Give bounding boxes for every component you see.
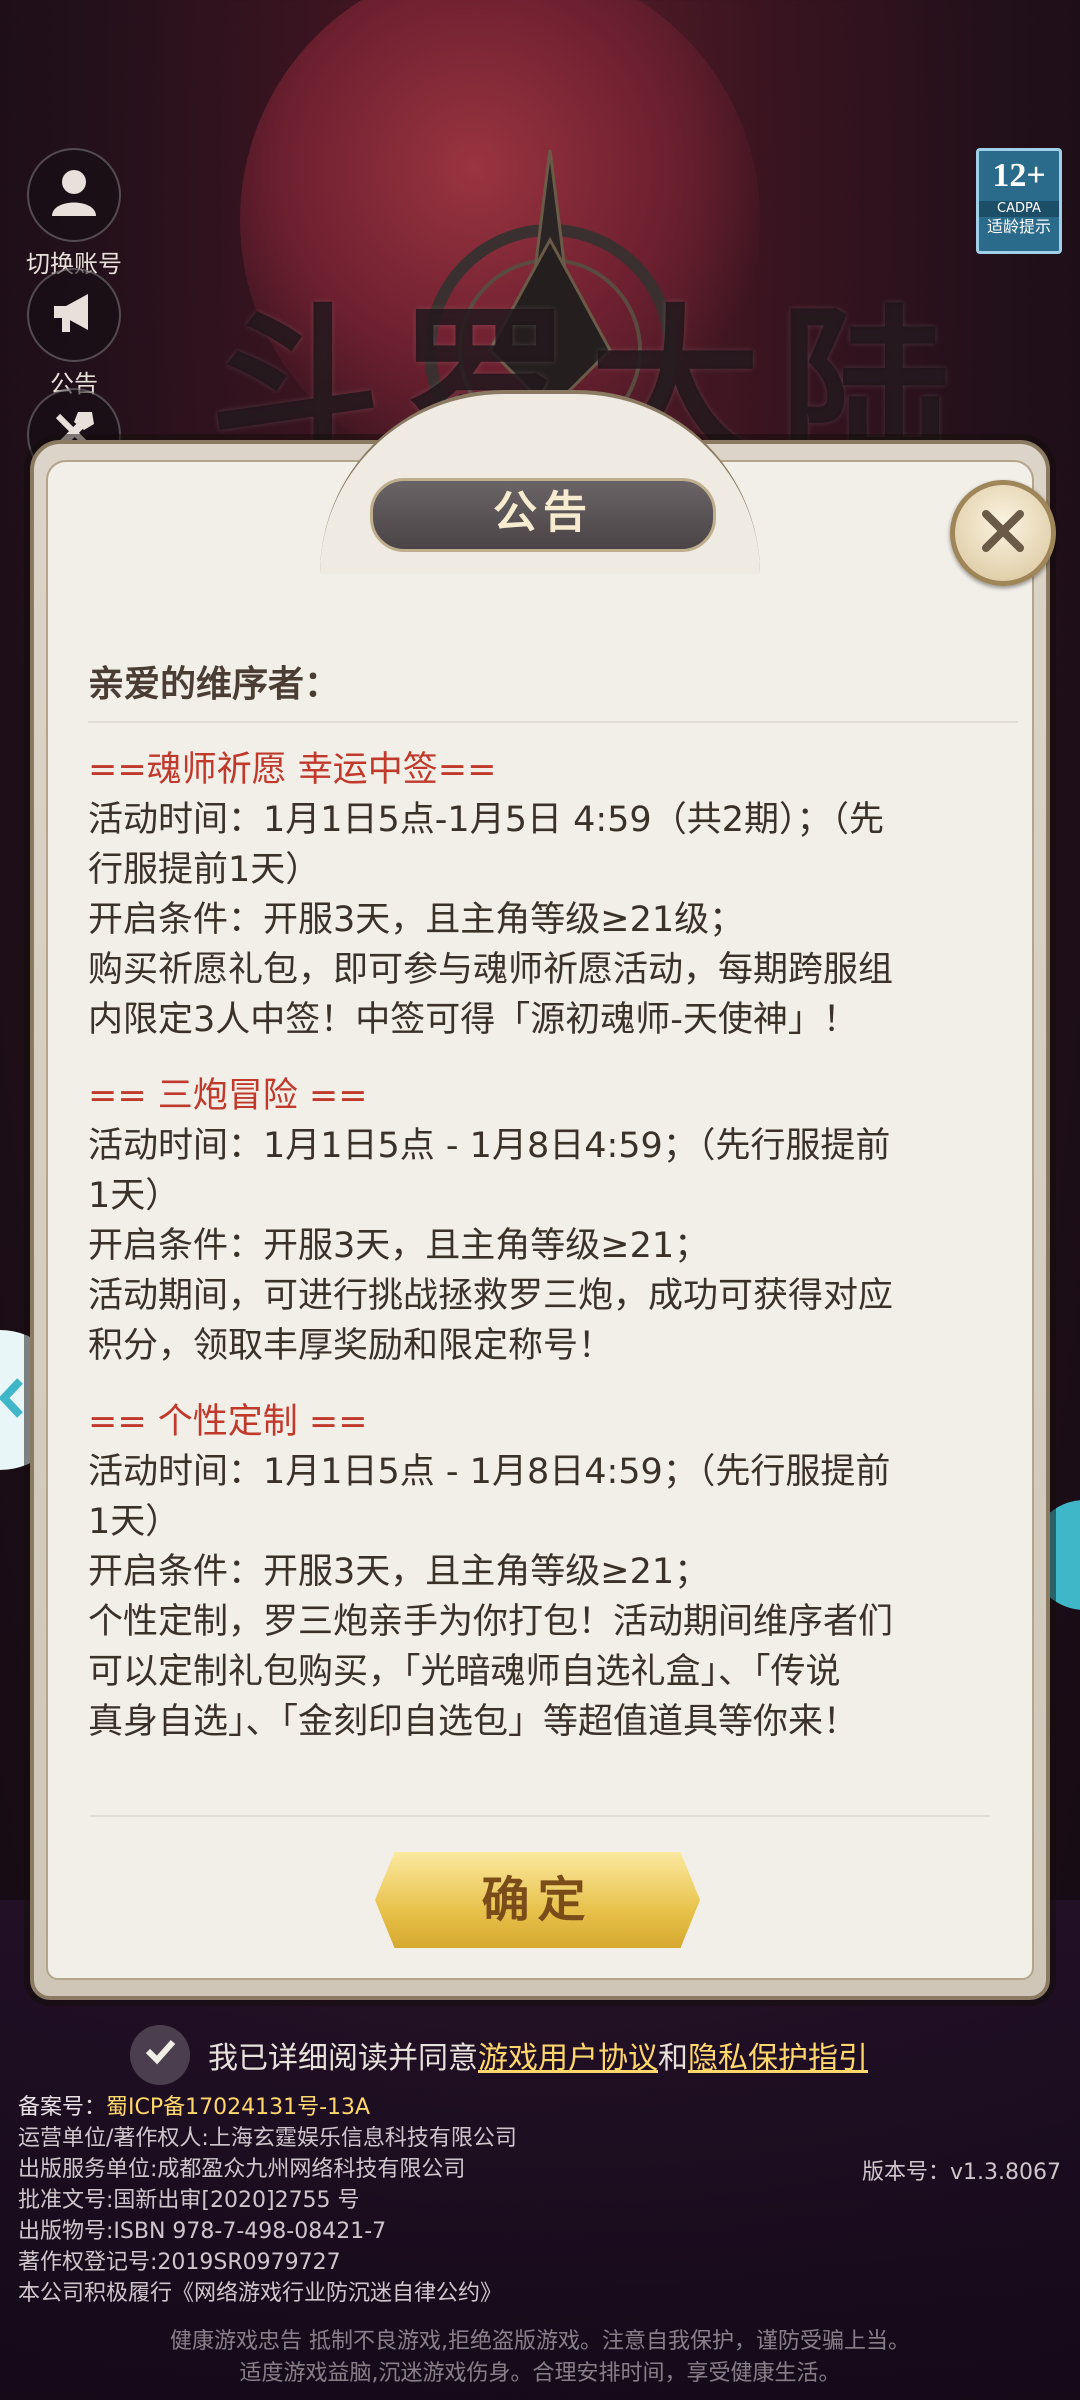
section-title: == 个性定制 == xyxy=(88,1402,368,1442)
section-wish: ==魂师祈愿 幸运中签== 活动时间：1月1日5点-1月5日 4:59（共2期）… xyxy=(88,745,1018,1045)
version-label: 版本号：v1.3.8067 xyxy=(862,2160,1061,2185)
megaphone-icon xyxy=(44,282,104,348)
age-rating: 12+ xyxy=(992,157,1046,194)
section-line: 行服提前1天） xyxy=(88,850,321,890)
confirm-button-label: 确定 xyxy=(481,1872,594,1928)
privacy-policy-link[interactable]: 隐私保护指引 xyxy=(688,2033,868,2077)
content-divider xyxy=(90,1815,990,1817)
section-title: ==魂师祈愿 幸运中签== xyxy=(88,750,497,790)
health-advisory: 健康游戏忠告 抵制不良游戏,拒绝盗版游戏。注意自我保护，谨防受骗上当。 适度游戏… xyxy=(0,2326,1080,2390)
health-line: 健康游戏忠告 抵制不良游戏,拒绝盗版游戏。注意自我保护，谨防受骗上当。 xyxy=(170,2329,910,2354)
section-line: 内限定3人中签！中签可得「源初魂师-天使神」！ xyxy=(88,1000,858,1040)
footer-info: 备案号：蜀ICP备17024131号-13A 运营单位/著作权人:上海玄霆娱乐信… xyxy=(18,2092,517,2309)
dialog-title: 公告 xyxy=(370,478,716,552)
confirm-button[interactable]: 确定 xyxy=(371,1848,704,1952)
footer-line: 著作权登记号:2019SR0979727 xyxy=(18,2250,341,2275)
footer-line: 本公司积极履行《网络游戏行业防沉迷自律公约》 xyxy=(18,2281,503,2306)
agreement-prefix: 我已详细阅读并同意 xyxy=(208,2041,478,2076)
agreement-row: 我已详细阅读并同意 游戏用户协议 和 隐私保护指引 xyxy=(130,2025,868,2085)
section-custom: == 个性定制 == 活动时间：1月1日5点 - 1月8日4:59；（先行服提前… xyxy=(88,1397,1018,1747)
age-rating-tip: 适龄提示 xyxy=(986,217,1051,236)
footer-line: 出版物号:ISBN 978-7-498-08421-7 xyxy=(18,2219,387,2244)
section-line: 活动时间：1月1日5点-1月5日 4:59（共2期）；（先 xyxy=(88,800,884,840)
user-agreement-link[interactable]: 游戏用户协议 xyxy=(478,2033,658,2077)
section-adventure: == 三炮冒险 == 活动时间：1月1日5点 - 1月8日4:59；（先行服提前… xyxy=(88,1071,1018,1371)
icp-label: 备案号： xyxy=(18,2095,107,2120)
icp-link[interactable]: 蜀ICP备17024131号-13A xyxy=(106,2095,370,2120)
section-line: 开启条件：开服3天，且主角等级≥21； xyxy=(88,1226,710,1266)
icp-row: 备案号：蜀ICP备17024131号-13A xyxy=(18,2092,517,2123)
health-line: 适度游戏益脑,沉迷游戏伤身。合理安排时间，享受健康生活。 xyxy=(239,2361,841,2386)
switch-account-button[interactable]: 切换账号 xyxy=(24,148,124,279)
announcement-button[interactable]: 公告 xyxy=(24,268,124,399)
section-line: 活动时间：1月1日5点 - 1月8日4:59；（先行服提前 xyxy=(88,1126,891,1166)
footer-line: 出版服务单位:成都盈众九州网络科技有限公司 xyxy=(18,2157,466,2182)
close-button[interactable] xyxy=(950,480,1056,586)
user-icon xyxy=(44,162,104,228)
announcement-content: 亲爱的维序者： ==魂师祈愿 幸运中签== 活动时间：1月1日5点-1月5日 4… xyxy=(88,655,1018,1773)
section-line: 活动期间，可进行挑战拯救罗三炮，成功可获得对应 xyxy=(88,1276,894,1316)
age-rating-badge[interactable]: 12+ CADPA 适龄提示 xyxy=(976,148,1062,254)
announcement-dialog: 公告 亲爱的维序者： ==魂师祈愿 幸运中签== 活动时间：1月1日5点-1月5… xyxy=(30,390,1056,2000)
section-line: 1天） xyxy=(88,1502,181,1542)
section-line: 1天） xyxy=(88,1176,181,1216)
close-icon xyxy=(978,506,1028,560)
section-line: 可以定制礼包购买，「光暗魂师自选礼盒」、「传说 xyxy=(88,1652,841,1692)
section-line: 购买祈愿礼包，即可参与魂师祈愿活动，每期跨服组 xyxy=(88,950,894,990)
section-line: 开启条件：开服3天，且主角等级≥21级； xyxy=(88,900,745,940)
greeting: 亲爱的维序者： xyxy=(88,655,1018,723)
section-line: 积分，领取丰厚奖励和限定称号！ xyxy=(88,1326,614,1366)
age-rating-org: CADPA xyxy=(979,201,1059,217)
checkmark-icon xyxy=(140,2031,180,2079)
section-title: == 三炮冒险 == xyxy=(88,1076,368,1116)
section-line: 活动时间：1月1日5点 - 1月8日4:59；（先行服提前 xyxy=(88,1452,891,1492)
section-line: 真身自选」、「金刻印自选包」等超值道具等你来！ xyxy=(88,1702,859,1742)
agreement-mid: 和 xyxy=(658,2041,688,2076)
agreement-checkbox[interactable] xyxy=(130,2025,190,2085)
section-line: 个性定制，罗三炮亲手为你打包！活动期间维序者们 xyxy=(88,1602,894,1642)
footer-line: 运营单位/著作权人:上海玄霆娱乐信息科技有限公司 xyxy=(18,2126,517,2151)
footer-line: 批准文号:国新出审[2020]2755 号 xyxy=(18,2188,360,2213)
section-line: 开启条件：开服3天，且主角等级≥21； xyxy=(88,1552,710,1592)
